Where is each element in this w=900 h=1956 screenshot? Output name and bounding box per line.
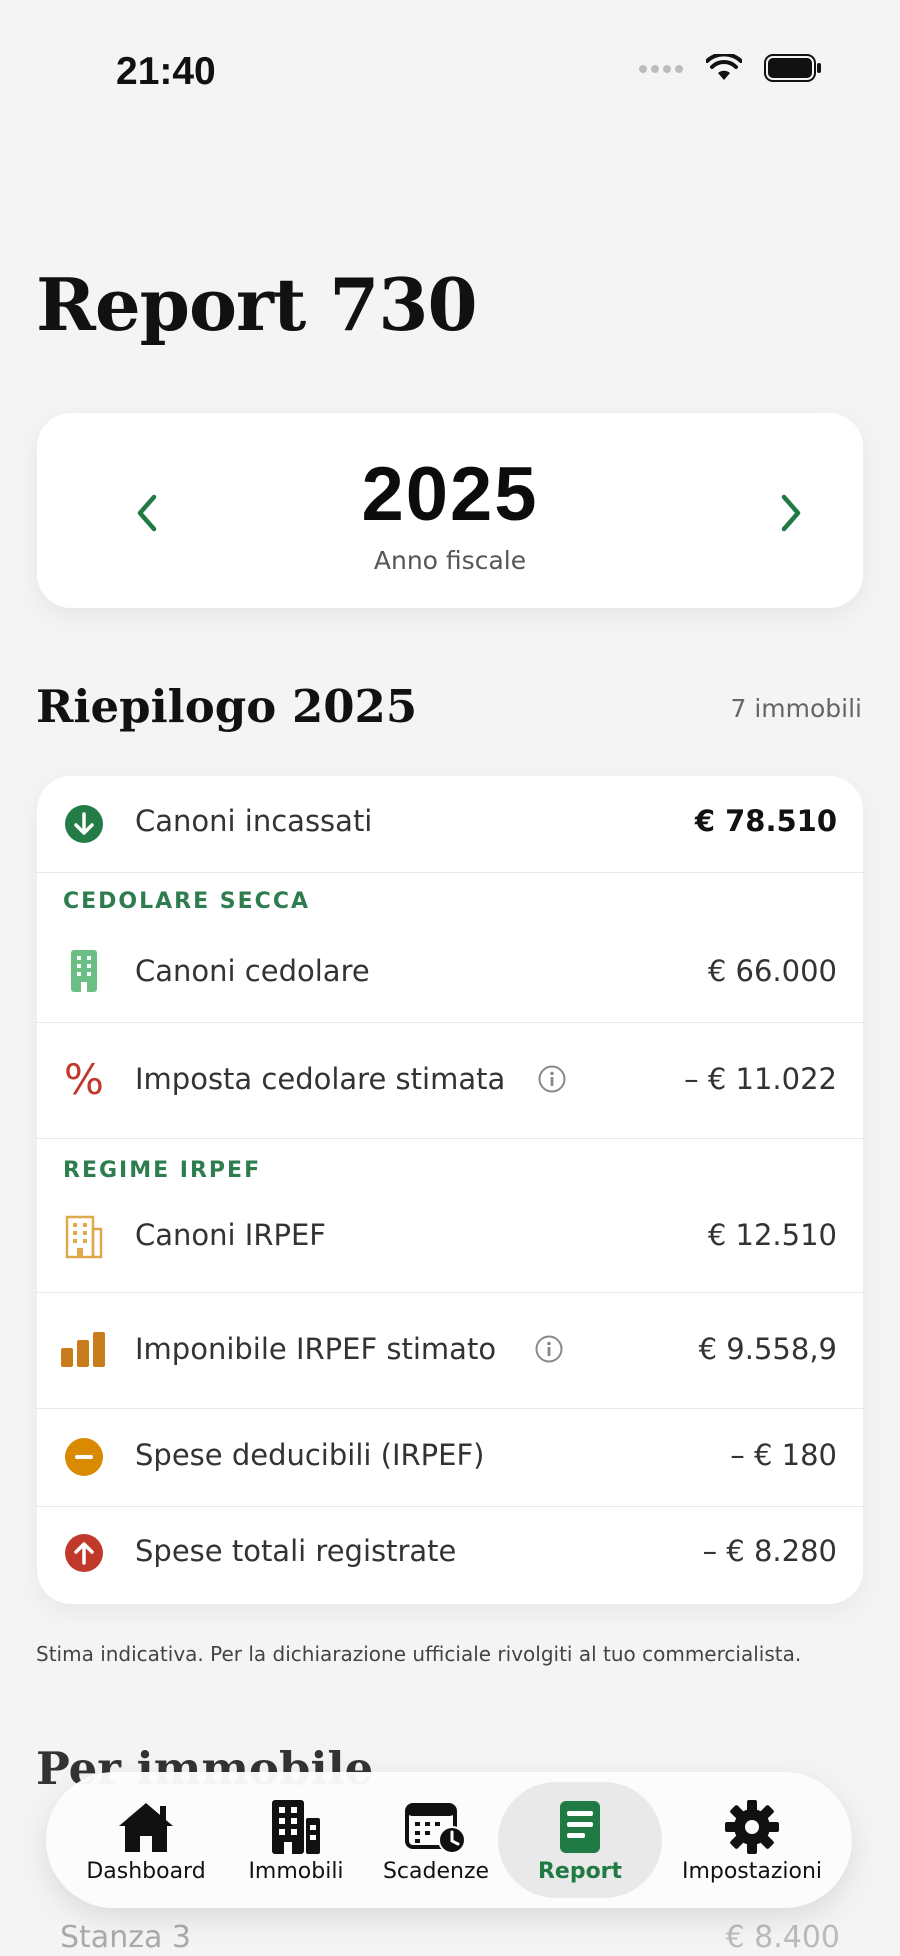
summary-row-label: Spese totali registrate bbox=[135, 1534, 457, 1568]
page-title: Report 730 bbox=[36, 262, 478, 347]
summary-row-value: € 66.000 bbox=[707, 954, 837, 988]
disclaimer-text: Stima indicativa. Per la dichiarazione u… bbox=[36, 1642, 802, 1666]
gear-icon bbox=[721, 1797, 783, 1857]
status-icons bbox=[638, 54, 822, 82]
summary-row-value: € 12.510 bbox=[707, 1218, 837, 1252]
year-selector-card: 2025 Anno fiscale bbox=[37, 413, 863, 608]
tab-label: Dashboard bbox=[86, 1858, 206, 1884]
percent-icon: % bbox=[64, 1054, 104, 1104]
arrow-up-circle-icon bbox=[63, 1532, 105, 1574]
divider bbox=[37, 872, 863, 873]
tab-impostazioni[interactable]: Impostazioni bbox=[666, 1782, 838, 1898]
building-icon bbox=[63, 950, 105, 992]
battery-icon bbox=[764, 54, 821, 82]
summary-row-value: – € 8.280 bbox=[702, 1534, 837, 1568]
summary-row-spese-totali: Spese totali registrate – € 8.280 bbox=[37, 1506, 863, 1604]
summary-row-spese-deducibili: Spese deducibili (IRPEF) – € 180 bbox=[37, 1408, 863, 1506]
tab-label: Impostazioni bbox=[681, 1858, 823, 1884]
tab-immobili[interactable]: Immobili bbox=[236, 1782, 356, 1898]
fiscal-year: 2025 bbox=[361, 452, 539, 537]
tab-label: Immobili bbox=[248, 1858, 344, 1884]
summary-row-imponibile-irpef: Imponibile IRPEF stimato € 9.558,9 bbox=[37, 1292, 863, 1408]
bar-chart-icon bbox=[59, 1328, 109, 1370]
wifi-icon bbox=[706, 54, 742, 80]
status-time: 21:40 bbox=[116, 50, 216, 93]
tab-dashboard[interactable]: Dashboard bbox=[76, 1782, 216, 1898]
tab-label: Scadenze bbox=[382, 1858, 490, 1884]
calendar-clock-icon bbox=[405, 1797, 467, 1857]
summary-row-value: € 78.510 bbox=[694, 804, 837, 838]
tab-scadenze[interactable]: Scadenze bbox=[371, 1782, 501, 1898]
property-count: 7 immobili bbox=[730, 694, 862, 723]
house-icon bbox=[115, 1797, 177, 1857]
summary-row-label: Canoni cedolare bbox=[135, 954, 370, 988]
summary-row-value: – € 180 bbox=[730, 1438, 837, 1472]
summary-row-imposta-cedolare: % Imposta cedolare stimata – € 11.022 bbox=[37, 1022, 863, 1138]
group-label-cedolare: CEDOLARE SECCA bbox=[63, 889, 311, 914]
tab-label: Report bbox=[537, 1858, 623, 1884]
info-icon[interactable] bbox=[537, 1064, 567, 1094]
info-icon[interactable] bbox=[534, 1334, 564, 1364]
signal-icon bbox=[639, 65, 683, 73]
summary-row-label: Imposta cedolare stimata bbox=[135, 1062, 506, 1096]
divider bbox=[37, 1138, 863, 1139]
minus-circle-icon bbox=[63, 1436, 105, 1478]
building-outline-icon bbox=[63, 1215, 105, 1259]
next-year-button[interactable] bbox=[769, 491, 813, 535]
summary-card: Canoni incassati € 78.510 CEDOLARE SECCA… bbox=[37, 776, 863, 1604]
building-icon bbox=[265, 1797, 327, 1857]
summary-row-canoni-incassati: Canoni incassati € 78.510 bbox=[37, 776, 863, 872]
summary-row-label: Spese deducibili (IRPEF) bbox=[135, 1438, 485, 1472]
tab-bar: Dashboard Immobili Scadenze Report Impos… bbox=[46, 1772, 852, 1908]
property-row-label: Stanza 3 bbox=[60, 1920, 191, 1955]
summary-row-canoni-cedolare: Canoni cedolare € 66.000 bbox=[37, 926, 863, 1022]
summary-row-label: Canoni incassati bbox=[135, 804, 373, 838]
summary-row-canoni-irpef: Canoni IRPEF € 12.510 bbox=[37, 1190, 863, 1286]
property-row-value: € 8.400 bbox=[725, 1920, 840, 1955]
summary-title: Riepilogo 2025 bbox=[36, 680, 418, 733]
summary-row-value: – € 11.022 bbox=[684, 1062, 837, 1096]
summary-row-label: Imponibile IRPEF stimato bbox=[135, 1332, 497, 1366]
fiscal-year-caption: Anno fiscale bbox=[373, 546, 527, 575]
summary-row-value: € 9.558,9 bbox=[698, 1332, 837, 1366]
tab-report[interactable]: Report bbox=[498, 1782, 662, 1898]
arrow-down-circle-icon bbox=[63, 803, 105, 845]
summary-row-label: Canoni IRPEF bbox=[135, 1218, 326, 1252]
chevron-right-icon bbox=[781, 494, 801, 532]
document-icon bbox=[549, 1797, 611, 1857]
group-label-irpef: REGIME IRPEF bbox=[63, 1158, 262, 1183]
